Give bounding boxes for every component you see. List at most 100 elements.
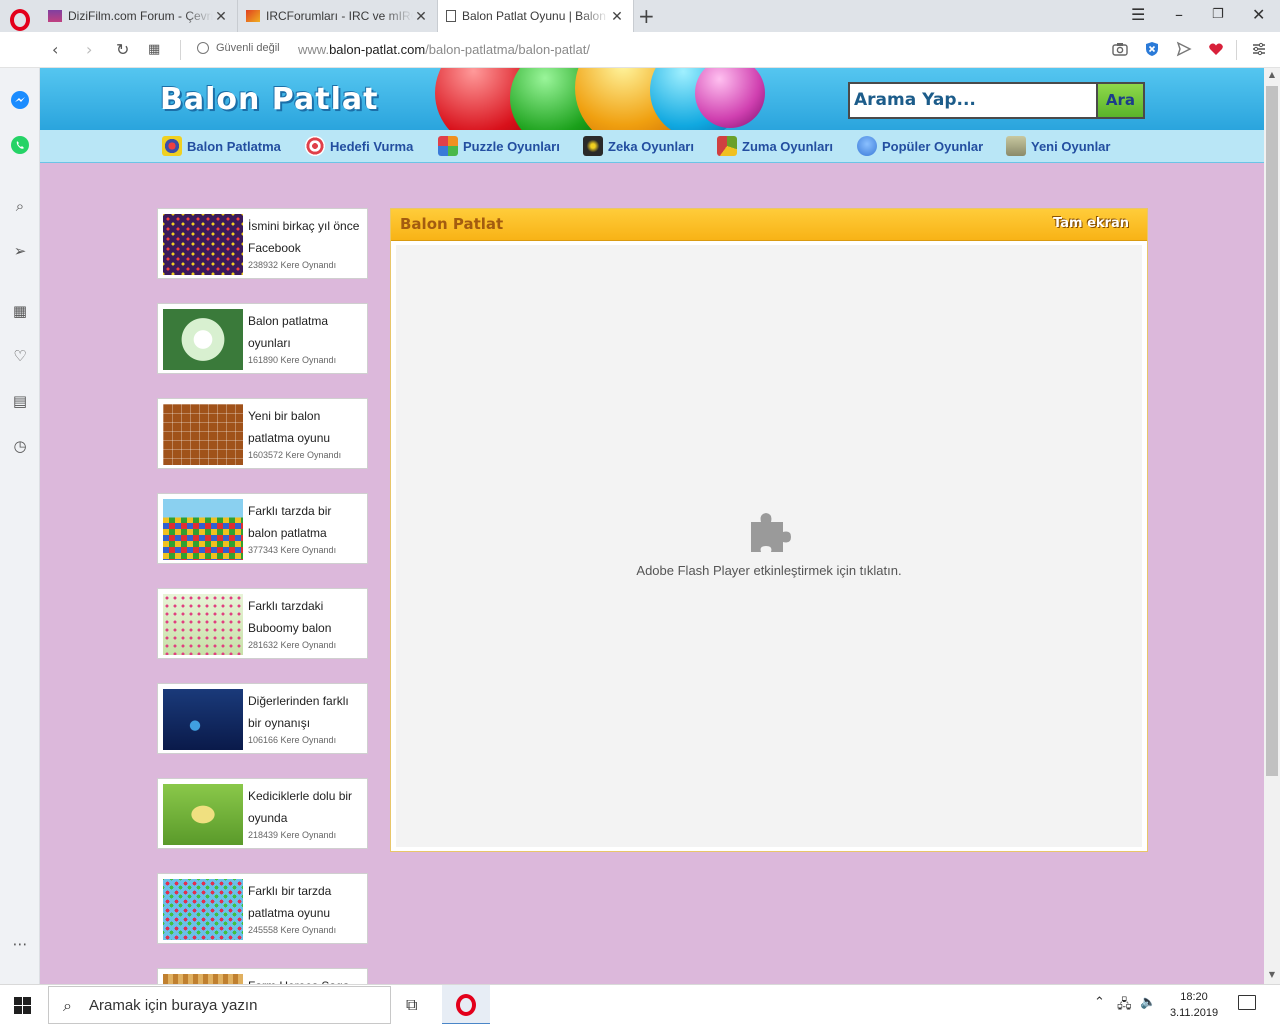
whatsapp-icon[interactable] xyxy=(10,135,30,155)
game-title[interactable]: Farm Heroes Saga xyxy=(248,975,363,984)
opera-icon xyxy=(456,994,476,1016)
game-thumbnail-image xyxy=(163,689,243,750)
game-thumbnail-image xyxy=(163,309,243,370)
zuma-frog-icon xyxy=(717,136,737,156)
news-icon[interactable]: ▤ xyxy=(10,391,30,411)
tab-close-icon[interactable]: ✕ xyxy=(609,8,625,25)
url-path: /balon-patlatma/balon-patlat/ xyxy=(425,42,590,57)
game-play-count: 245558 Kere Oynandı xyxy=(248,925,337,935)
game-card[interactable]: Yeni bir balon patlatma oyunu 1603572 Ke… xyxy=(157,398,368,469)
nav-label: Zuma Oyunları xyxy=(742,138,834,154)
adblock-icon[interactable] xyxy=(1144,41,1160,57)
easy-setup-icon[interactable] xyxy=(1251,41,1267,57)
task-view-icon[interactable]: ⧉ xyxy=(406,995,417,1015)
nav-zuma-oyunlari[interactable]: Zuma Oyunları xyxy=(717,136,833,156)
plugin-puzzle-icon xyxy=(751,513,791,552)
scroll-down-icon[interactable]: ▼ xyxy=(1264,970,1280,979)
search-icon[interactable]: ⌕ xyxy=(10,196,30,216)
reload-icon[interactable]: ↻ xyxy=(116,40,129,59)
system-clock[interactable]: 18:20 3.11.2019 xyxy=(1168,989,1220,1021)
speed-dial-icon[interactable]: ▦ xyxy=(10,301,30,321)
scroll-up-icon[interactable]: ▲ xyxy=(1264,70,1280,79)
windows-start-icon[interactable] xyxy=(14,997,31,1014)
messenger-icon[interactable] xyxy=(10,90,30,110)
tab-dizifilm[interactable]: DiziFilm.com Forum - Çevrimiçi ✕ xyxy=(40,0,238,32)
nav-label: Popüler Oyunlar xyxy=(882,138,984,154)
game-thumbnail-image xyxy=(163,784,243,845)
search-icon: ⌕ xyxy=(63,996,72,1015)
page-scrollbar[interactable]: ▲ ▼ xyxy=(1264,68,1280,984)
site-search-input[interactable]: Arama Yap... xyxy=(848,82,1096,119)
flash-activate-message[interactable]: Adobe Flash Player etkinleştirmek için t… xyxy=(396,563,1142,578)
scrollbar-thumb[interactable] xyxy=(1266,86,1278,776)
taskbar-opera-button[interactable] xyxy=(442,985,490,1024)
tab-ircforumlari[interactable]: IRCForumları - IRC ve mIRC Forumu ✕ xyxy=(238,0,438,32)
game-title[interactable]: Farklı tarzdaki Buboomy balon xyxy=(248,595,363,639)
forward-icon[interactable]: › xyxy=(86,40,92,59)
tab-close-icon[interactable]: ✕ xyxy=(413,8,429,25)
tray-chevron-icon[interactable]: ⌃ xyxy=(1094,995,1105,1010)
game-title[interactable]: Diğerlerinden farklı bir oynanışı xyxy=(248,690,363,734)
game-card[interactable]: Diğerlerinden farklı bir oynanışı 106166… xyxy=(157,683,368,754)
taskbar-search-placeholder: Aramak için buraya yazın xyxy=(89,997,258,1014)
site-search-button[interactable]: Ara xyxy=(1096,82,1145,119)
snapshot-icon[interactable] xyxy=(1112,41,1128,57)
opera-sidebar: ⌕ ➢ ▦ ♡ ▤ ◷ ⋯ xyxy=(0,68,40,984)
nav-yeni-oyunlar[interactable]: Yeni Oyunlar xyxy=(1006,136,1110,156)
game-card[interactable]: Farklı bir tarzda patlatma oyunu 245558 … xyxy=(157,873,368,944)
game-title[interactable]: Farklı tarzda bir balon patlatma xyxy=(248,500,363,544)
tab-label: DiziFilm.com Forum - Çevrimiçi xyxy=(68,9,213,23)
volume-icon[interactable]: 🔈 xyxy=(1140,995,1156,1010)
nav-hedefi-vurma[interactable]: Hedefi Vurma xyxy=(305,136,413,156)
url-field[interactable]: www.balon-patlat.com/balon-patlatma/balo… xyxy=(298,42,590,57)
close-window-icon[interactable]: ✕ xyxy=(1252,5,1265,24)
taskbar-search-box[interactable]: ⌕ Aramak için buraya yazın xyxy=(48,986,391,1024)
tab-balon-patlat[interactable]: Balon Patlat Oyunu | Balon Patlatma ✕ xyxy=(438,0,634,32)
nav-balon-patlatma[interactable]: Balon Patlatma xyxy=(162,136,281,156)
minimize-icon[interactable]: – xyxy=(1175,5,1183,24)
game-title[interactable]: Balon patlatma oyunları xyxy=(248,310,363,354)
website-viewport: Balon Patlat Arama Yap... Ara Balon Patl… xyxy=(40,68,1264,984)
game-title[interactable]: Kediciklerle dolu bir oyunda xyxy=(248,785,363,829)
nav-zeka-oyunlari[interactable]: Zeka Oyunları xyxy=(583,136,694,156)
security-label: Güvenli değil xyxy=(216,42,280,54)
game-title[interactable]: İsmini birkaç yıl önce Facebook xyxy=(248,215,363,259)
balloon-grid-icon xyxy=(162,136,182,156)
game-play-count: 281632 Kere Oynandı xyxy=(248,640,337,650)
game-card[interactable]: Farm Heroes Saga xyxy=(157,968,368,984)
opera-menu-icon[interactable] xyxy=(10,9,30,31)
network-icon[interactable]: 🖧 xyxy=(1117,995,1132,1017)
site-logo[interactable]: Balon Patlat xyxy=(160,82,378,117)
restore-icon[interactable]: ❐ xyxy=(1212,7,1224,22)
address-bar: ‹ › ↻ ▦ Güvenli değil www.balon-patlat.c… xyxy=(0,32,1280,68)
more-options-icon[interactable]: ⋯ xyxy=(10,934,30,954)
game-card[interactable]: Balon patlatma oyunları 161890 Kere Oyna… xyxy=(157,303,368,374)
bookmarks-heart-icon[interactable]: ♡ xyxy=(10,346,30,366)
game-play-count: 106166 Kere Oynandı xyxy=(248,735,337,745)
nav-puzzle-oyunlari[interactable]: Puzzle Oyunları xyxy=(438,136,560,156)
game-play-count: 238932 Kere Oynandı xyxy=(248,260,337,270)
game-card[interactable]: Farklı tarzda bir balon patlatma 377343 … xyxy=(157,493,368,564)
fullscreen-button[interactable]: Tam ekran xyxy=(1053,216,1129,231)
back-icon[interactable]: ‹ xyxy=(52,40,58,59)
speed-dial-icon[interactable]: ▦ xyxy=(148,42,160,57)
game-title[interactable]: Farklı bir tarzda patlatma oyunu xyxy=(248,880,363,924)
tab-menu-icon[interactable]: ☰ xyxy=(1131,5,1145,24)
nav-populer-oyunlar[interactable]: Popüler Oyunlar xyxy=(857,136,983,156)
notifications-icon[interactable] xyxy=(1238,995,1256,1010)
flow-icon[interactable]: ➢ xyxy=(10,241,30,261)
game-card[interactable]: İsmini birkaç yıl önce Facebook 238932 K… xyxy=(157,208,368,279)
history-clock-icon[interactable]: ◷ xyxy=(10,436,30,456)
flash-player-placeholder[interactable]: Adobe Flash Player etkinleştirmek için t… xyxy=(396,245,1142,847)
game-card[interactable]: Kediciklerle dolu bir oyunda 218439 Kere… xyxy=(157,778,368,849)
nav-label: Hedefi Vurma xyxy=(330,138,414,154)
heart-icon[interactable] xyxy=(1208,41,1224,57)
nav-label: Yeni Oyunlar xyxy=(1031,138,1111,154)
category-nav: Balon Patlatma Hedefi Vurma Puzzle Oyunl… xyxy=(40,130,1264,163)
security-indicator[interactable]: Güvenli değil xyxy=(197,42,280,54)
game-card[interactable]: Farklı tarzdaki Buboomy balon 281632 Ker… xyxy=(157,588,368,659)
new-tab-button[interactable]: + xyxy=(638,4,655,28)
send-icon[interactable] xyxy=(1176,41,1192,57)
game-title[interactable]: Yeni bir balon patlatma oyunu xyxy=(248,405,363,449)
tab-close-icon[interactable]: ✕ xyxy=(213,8,229,25)
